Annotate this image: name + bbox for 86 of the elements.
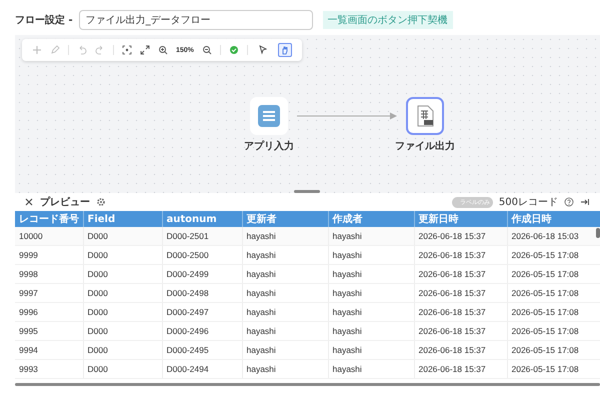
table-cell: D000-2495 bbox=[162, 340, 242, 360]
table-cell: D000 bbox=[83, 340, 162, 360]
table-cell: hayashi bbox=[242, 227, 328, 246]
table-cell: 2026-06-18 15:37 bbox=[414, 227, 507, 246]
table-cell: 9996 bbox=[15, 302, 83, 322]
check-status-icon bbox=[228, 45, 239, 55]
scrollbar[interactable] bbox=[596, 228, 600, 238]
collapse-panel-icon[interactable] bbox=[580, 197, 590, 207]
table-cell: D000 bbox=[83, 322, 162, 340]
table-cell: 10000 bbox=[15, 227, 83, 246]
help-icon[interactable] bbox=[564, 197, 574, 207]
zoom-in-icon[interactable] bbox=[158, 45, 168, 55]
column-header[interactable]: autonum bbox=[162, 211, 242, 227]
table-cell: hayashi bbox=[328, 322, 414, 340]
table-cell: D000-2494 bbox=[162, 360, 242, 378]
table-cell: D000-2497 bbox=[162, 302, 242, 322]
list-app-icon bbox=[257, 104, 281, 128]
table-cell: 9999 bbox=[15, 246, 83, 264]
zoom-out-icon[interactable] bbox=[202, 45, 212, 55]
table-cell: 2026-05-15 17:08 bbox=[507, 360, 600, 378]
table-cell: 2026-05-15 17:08 bbox=[507, 302, 600, 322]
table-cell: hayashi bbox=[242, 322, 328, 340]
table-cell: hayashi bbox=[328, 227, 414, 246]
table-cell: 2026-06-18 15:37 bbox=[414, 302, 507, 322]
node-label: アプリ入力 bbox=[244, 139, 294, 153]
table-cell: D000-2498 bbox=[162, 284, 242, 302]
table-cell: 2026-05-15 17:08 bbox=[507, 322, 600, 340]
table-cell: hayashi bbox=[328, 246, 414, 264]
table-cell: 2026-05-15 17:08 bbox=[507, 264, 600, 284]
table-cell: hayashi bbox=[328, 302, 414, 322]
preview-title: プレビュー bbox=[40, 195, 90, 209]
table-cell: 2026-06-18 15:37 bbox=[414, 340, 507, 360]
table-cell: hayashi bbox=[242, 264, 328, 284]
column-header[interactable]: 更新日時 bbox=[414, 211, 507, 227]
column-header[interactable]: 作成者 bbox=[328, 211, 414, 227]
hand-icon bbox=[280, 45, 290, 55]
table-cell: 2026-06-18 15:37 bbox=[414, 322, 507, 340]
table-cell: hayashi bbox=[242, 340, 328, 360]
close-icon[interactable] bbox=[24, 197, 34, 207]
settings-icon[interactable] bbox=[96, 197, 106, 207]
table-cell: D000-2500 bbox=[162, 246, 242, 264]
table-cell: D000 bbox=[83, 360, 162, 378]
table-cell: hayashi bbox=[328, 360, 414, 378]
node-label: ファイル出力 bbox=[395, 140, 455, 153]
flow-name-field[interactable]: ファイル出力_データフロー bbox=[78, 10, 313, 30]
expand-icon[interactable] bbox=[140, 45, 150, 55]
table-cell: 2026-05-15 17:08 bbox=[507, 246, 600, 264]
table-cell: D000 bbox=[83, 227, 162, 246]
table-cell: hayashi bbox=[328, 340, 414, 360]
table-cell: 2026-06-18 15:37 bbox=[414, 360, 507, 378]
table-cell: hayashi bbox=[242, 284, 328, 302]
trigger-badge: 一覧画面のボタン押下契機 bbox=[322, 11, 453, 29]
table-cell: 9993 bbox=[15, 360, 83, 378]
table-cell: 9994 bbox=[15, 340, 83, 360]
table-cell: D000 bbox=[83, 246, 162, 264]
pointer-icon bbox=[258, 45, 268, 55]
fit-view-icon[interactable] bbox=[122, 45, 132, 55]
column-header[interactable]: 作成日時 bbox=[507, 211, 600, 227]
table-cell: D000-2499 bbox=[162, 264, 242, 284]
table-cell: D000 bbox=[83, 302, 162, 322]
flow-settings-label: フロー設定 - bbox=[15, 13, 73, 27]
table-cell: 2026-06-18 15:37 bbox=[414, 246, 507, 264]
table-cell: hayashi bbox=[242, 360, 328, 378]
table-cell: 2026-05-15 17:08 bbox=[507, 284, 600, 302]
table-cell: D000-2501 bbox=[162, 227, 242, 246]
resize-handle[interactable] bbox=[294, 190, 320, 193]
table-cell: hayashi bbox=[242, 302, 328, 322]
table-cell: 9995 bbox=[15, 322, 83, 340]
table-cell: 2026-06-18 15:37 bbox=[414, 284, 507, 302]
table-cell: hayashi bbox=[328, 284, 414, 302]
scrollbar[interactable] bbox=[15, 383, 600, 386]
column-header[interactable]: 更新者 bbox=[242, 211, 328, 227]
table-cell: 2026-06-18 15:37 bbox=[414, 264, 507, 284]
table-cell: D000 bbox=[83, 264, 162, 284]
table-cell: 9998 bbox=[15, 264, 83, 284]
table-cell: hayashi bbox=[242, 246, 328, 264]
table-cell: D000 bbox=[83, 284, 162, 302]
table-cell: D000-2496 bbox=[162, 322, 242, 340]
table-cell: 9997 bbox=[15, 284, 83, 302]
hand-tool-button[interactable] bbox=[278, 43, 292, 57]
table-cell: 2026-05-15 17:08 bbox=[507, 340, 600, 360]
flow-node[interactable] bbox=[406, 97, 444, 135]
column-header[interactable]: レコード番号 bbox=[15, 211, 83, 227]
table-cell: hayashi bbox=[328, 264, 414, 284]
record-count: 500レコード bbox=[498, 196, 558, 209]
column-header[interactable]: Field bbox=[83, 211, 162, 227]
